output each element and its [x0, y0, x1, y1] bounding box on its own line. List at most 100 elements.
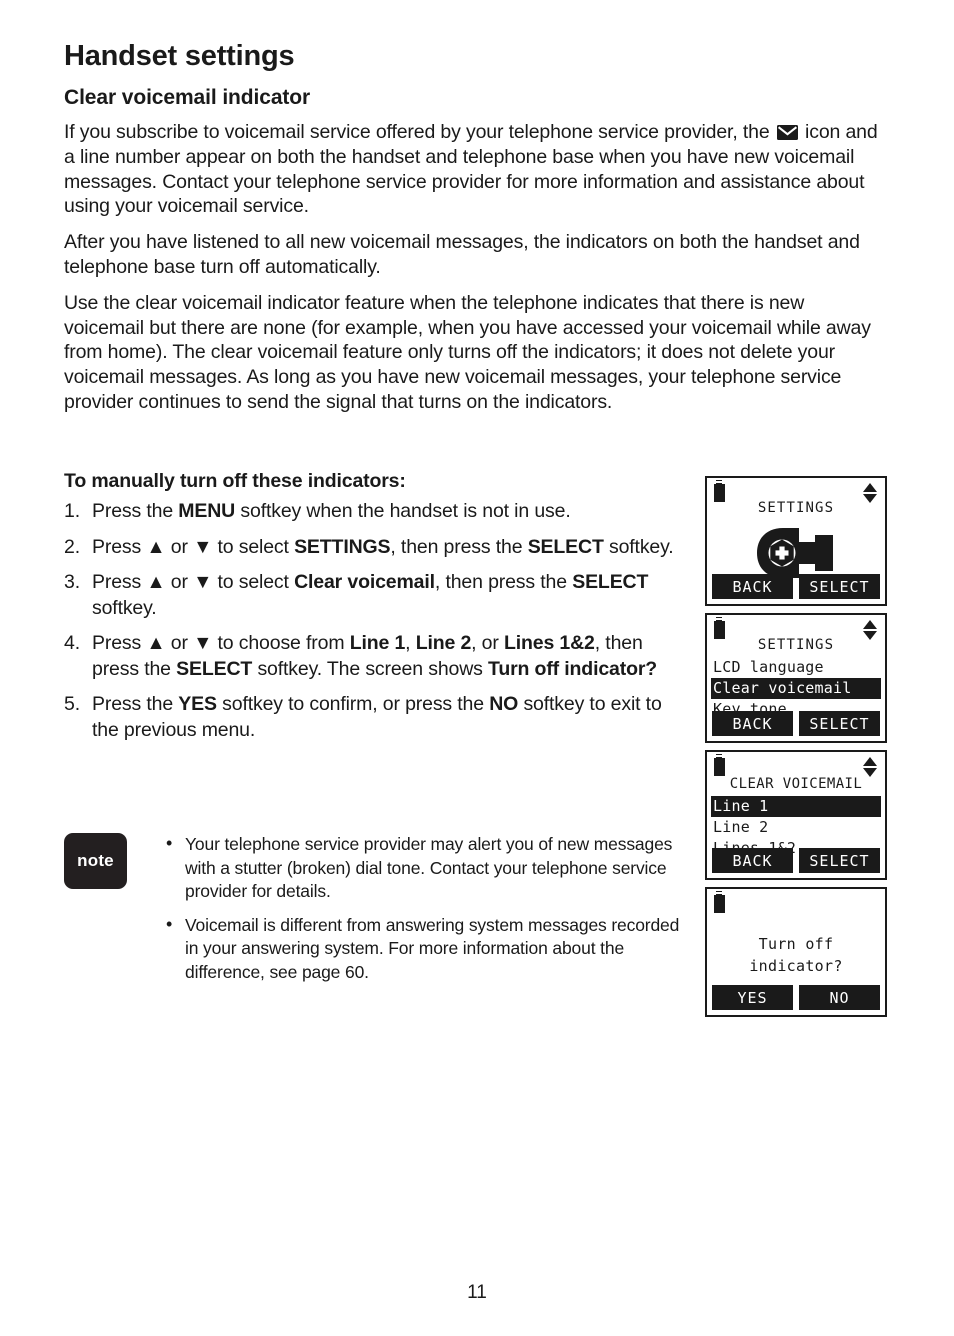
softkey-right[interactable]: NO: [799, 985, 880, 1010]
step-item: 2. Press ▲ or ▼ to select SETTINGS, then…: [64, 535, 689, 561]
note-block: note • Your telephone service provider m…: [64, 833, 689, 994]
softkey-left[interactable]: YES: [712, 985, 793, 1010]
step-fragment: , or: [471, 632, 504, 654]
paragraph-1: If you subscribe to voicemail service of…: [64, 120, 882, 219]
note-bullet-text: Your telephone service provider may aler…: [185, 834, 673, 901]
step-fragment: to select: [212, 535, 295, 558]
step-fragment: Press: [92, 535, 147, 558]
step-emphasis: Line 2: [415, 632, 472, 654]
step-emphasis: YES: [178, 693, 217, 715]
manual-page: Handset settings Clear voicemail indicat…: [0, 0, 954, 1336]
softkey-left[interactable]: BACK: [712, 574, 793, 599]
step-item: 4. Press ▲ or ▼ to choose from Line 1, L…: [64, 631, 689, 682]
note-bullet-list: • Your telephone service provider may al…: [164, 833, 689, 984]
step-fragment: or: [165, 535, 194, 558]
step-fragment: softkey.: [603, 535, 674, 558]
lcd-menu-item-selected[interactable]: Clear voicemail: [711, 678, 881, 699]
lcd-screen-turn-off-prompt: Turn off indicator? YES NO: [705, 887, 887, 1017]
step-fragment: to choose from: [212, 632, 350, 654]
step-fragment: Press the: [92, 693, 179, 715]
step-fragment: softkey to confirm, or press the: [216, 693, 490, 715]
step-text: Press ▲ or ▼ to select Clear voicemail, …: [92, 571, 648, 619]
step-fragment: softkey when the handset is not in use.: [235, 500, 571, 522]
step-item: 5. Press the YES softkey to confirm, or …: [64, 692, 689, 743]
step-text: Press ▲ or ▼ to select SETTINGS, then pr…: [92, 536, 674, 558]
lcd-screen-clear-voicemail: CLEAR VOICEMAIL Line 1 Line 2 Lines 1&2 …: [705, 750, 887, 880]
step-fragment: to select: [212, 571, 295, 593]
lcd-title: SETTINGS: [757, 500, 835, 516]
body-text-column: If you subscribe to voicemail service of…: [64, 120, 882, 426]
step-emphasis: Lines 1&2: [503, 632, 595, 654]
list-item: • Voicemail is different from answering …: [164, 914, 689, 985]
lcd-softkey-bar: BACK SELECT: [712, 848, 880, 873]
step-number: 5.: [64, 693, 80, 715]
step-emphasis: SETTINGS: [294, 535, 391, 558]
lcd-softkey-bar: BACK SELECT: [712, 574, 880, 599]
step-emphasis: Line 1: [349, 632, 406, 654]
bullet-icon: •: [166, 913, 173, 934]
step-fragment: ▼: [193, 632, 213, 654]
page-title: Handset settings: [64, 40, 295, 72]
lcd-title: SETTINGS: [757, 637, 835, 653]
step-fragment: Press: [92, 571, 147, 593]
step-number: 3.: [64, 571, 80, 593]
step-fragment: softkey. The screen shows: [252, 657, 489, 680]
step-emphasis: SELECT: [527, 535, 604, 558]
lcd-menu-item-selected[interactable]: Line 1: [711, 796, 881, 817]
paragraph-1-before: If you subscribe to voicemail service of…: [64, 121, 775, 143]
lcd-screen-settings-menu: SETTINGS LCD language Clear voicemail Ke…: [705, 613, 887, 743]
note-badge: note: [64, 833, 127, 889]
softkey-left[interactable]: BACK: [712, 711, 793, 736]
step-fragment: ,: [405, 632, 416, 654]
battery-icon: [714, 754, 725, 776]
page-number: 11: [467, 1282, 487, 1303]
step-emphasis: Turn off indicator?: [488, 657, 658, 680]
list-item: • Your telephone service provider may al…: [164, 833, 689, 904]
softkey-right[interactable]: SELECT: [799, 848, 880, 873]
step-number: 4.: [64, 632, 80, 654]
step-emphasis: MENU: [178, 500, 236, 522]
procedure-heading: To manually turn off these indicators:: [64, 470, 406, 492]
paragraph-2: After you have listened to all new voice…: [64, 231, 860, 278]
step-emphasis: SELECT: [572, 571, 649, 593]
step-number: 1.: [64, 500, 80, 522]
softkey-left[interactable]: BACK: [712, 848, 793, 873]
step-fragment: or: [165, 571, 194, 593]
lcd-menu-item[interactable]: Line 2: [711, 817, 881, 838]
softkey-right[interactable]: SELECT: [799, 574, 880, 599]
lcd-screen-settings-icon: SETTINGS BACK SELECT: [705, 476, 887, 606]
step-fragment: or: [165, 632, 194, 654]
lcd-menu-item[interactable]: LCD language: [711, 657, 881, 678]
lcd-screen-illustrations: SETTINGS BACK SELECT SETTINGS LCD langua…: [705, 476, 887, 1024]
battery-icon: [714, 891, 725, 913]
lcd-prompt: Turn off indicator?: [707, 933, 885, 977]
step-emphasis: SELECT: [176, 657, 253, 680]
step-text: Press the YES softkey to confirm, or pre…: [92, 693, 662, 741]
note-bullet-text: Voicemail is different from answering sy…: [185, 914, 680, 982]
step-item: 1. Press the MENU softkey when the hands…: [64, 499, 689, 525]
step-item: 3. Press ▲ or ▼ to select Clear voicemai…: [64, 570, 689, 621]
step-fragment: Press the: [92, 500, 179, 522]
scroll-updown-icon: [863, 757, 877, 777]
paragraph-3: Use the clear voicemail indicator featur…: [64, 291, 871, 413]
lcd-softkey-bar: BACK SELECT: [712, 711, 880, 736]
lcd-title: CLEAR VOICEMAIL: [729, 776, 863, 792]
step-emphasis: NO: [489, 693, 519, 715]
step-fragment: , then press the: [390, 535, 528, 558]
envelope-icon: [776, 122, 798, 140]
step-fragment: ▲: [146, 632, 166, 654]
step-fragment: ▲: [146, 535, 166, 558]
step-emphasis: Clear voicemail: [294, 571, 435, 593]
bullet-icon: •: [166, 833, 173, 853]
step-number: 2.: [64, 535, 80, 558]
lcd-prompt-line-2: indicator?: [749, 957, 843, 975]
softkey-right[interactable]: SELECT: [799, 711, 880, 736]
step-text: Press ▲ or ▼ to choose from Line 1, Line…: [92, 632, 657, 680]
step-text: Press the MENU softkey when the handset …: [92, 500, 571, 522]
lcd-prompt-line-1: Turn off: [758, 935, 834, 953]
step-fragment: Press: [92, 632, 147, 654]
step-fragment: ▼: [193, 535, 213, 558]
lcd-softkey-bar: YES NO: [712, 985, 880, 1010]
step-fragment: ▼: [193, 571, 213, 593]
step-fragment: softkey.: [92, 596, 157, 619]
